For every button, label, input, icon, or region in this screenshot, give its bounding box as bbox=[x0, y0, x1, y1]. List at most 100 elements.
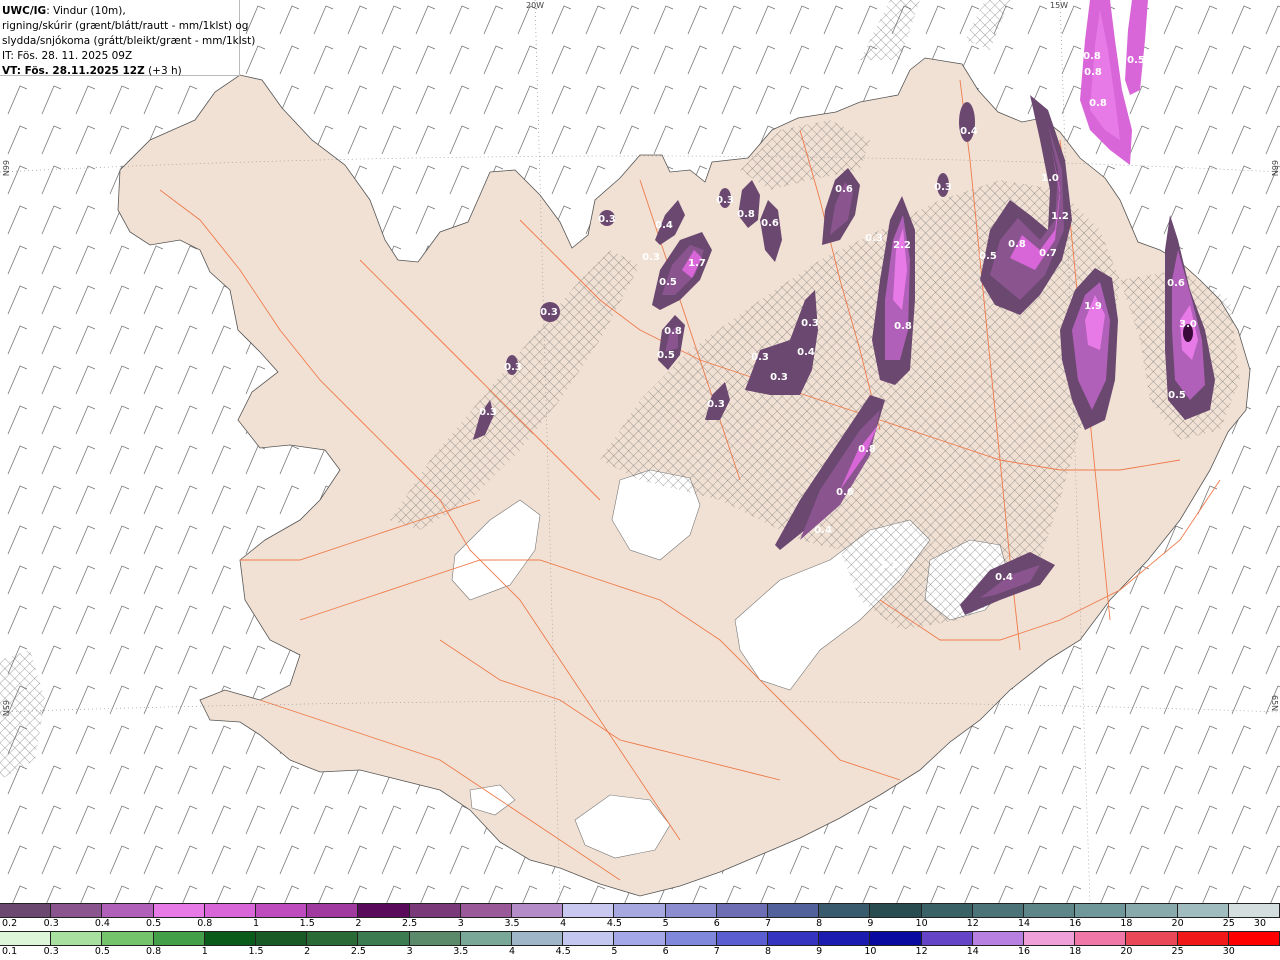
rain-tick-label: 5 bbox=[611, 946, 618, 957]
snow-swatch bbox=[819, 904, 871, 917]
rain-tick-label: 3 bbox=[406, 946, 413, 957]
snow-swatch bbox=[768, 904, 820, 917]
snow-swatch bbox=[409, 904, 461, 917]
snow-swatch bbox=[0, 904, 52, 917]
snow-swatch bbox=[1177, 904, 1229, 917]
snow-tick-label: 4.5 bbox=[606, 918, 622, 929]
rain-swatch bbox=[1075, 932, 1127, 945]
snow-swatch bbox=[563, 904, 615, 917]
rain-swatch bbox=[460, 932, 513, 945]
precip-value-label: 0.6 bbox=[835, 184, 853, 195]
rain-swatch bbox=[256, 932, 308, 945]
rain-tick-label: 25 bbox=[1171, 946, 1184, 957]
rain-tick-label: 0.8 bbox=[146, 946, 162, 957]
rain-tick-label: 0.3 bbox=[43, 946, 59, 957]
snow-swatch bbox=[921, 904, 973, 917]
snow-tick-label: 3 bbox=[457, 918, 464, 929]
rain-ticks: 0.1 0.3 0.5 0.8 1 1.5 2 2.5 3 3.5 4 4.5 5 6 7 8 9 10 12 14 1… bbox=[0, 946, 1280, 959]
snow-tick-label: 2 bbox=[355, 918, 362, 929]
precip-value-label: 0.5 bbox=[1127, 55, 1145, 66]
precip-value-label: 0.8 bbox=[1089, 98, 1107, 109]
precip-value-label: 0.8 bbox=[858, 444, 876, 455]
meridian-label-20w: 20W bbox=[526, 1, 545, 10]
precip-value-label: 1.7 bbox=[688, 258, 706, 269]
precip-value-label: 1.0 bbox=[1041, 173, 1059, 184]
rain-swatch bbox=[819, 932, 871, 945]
precip-value-label: 1.2 bbox=[1051, 211, 1069, 222]
snow-tick-label: 25 bbox=[1222, 918, 1235, 929]
rain-swatch bbox=[1177, 932, 1229, 945]
title-desc-1: : Vindur (10m), bbox=[46, 5, 126, 17]
rain-swatch bbox=[716, 932, 769, 945]
snow-tick-label: 14 bbox=[1017, 918, 1031, 929]
rain-swatch bbox=[870, 932, 922, 945]
rain-swatch bbox=[563, 932, 615, 945]
precip-value-label: 0.3 bbox=[751, 352, 769, 363]
rain-swatch bbox=[51, 932, 103, 945]
rain-swatch bbox=[409, 932, 461, 945]
precip-value-label: 0.3 bbox=[770, 372, 788, 383]
rain-tick-label: 16 bbox=[1017, 946, 1031, 957]
snow-ticks: 0.2 0.3 0.4 0.5 0.8 1 1.5 2 2.5 3 3.5 4 4.5 5 6 7 8 9 10 12… bbox=[0, 918, 1280, 931]
snow-swatch bbox=[1024, 904, 1076, 917]
rain-tick-label: 2 bbox=[304, 946, 311, 957]
rain-tick-label: 8 bbox=[764, 946, 772, 957]
precip-value-label: 0.8 bbox=[1083, 51, 1101, 62]
snow-tick-label: 30 bbox=[1253, 918, 1266, 929]
snow-swatch bbox=[665, 904, 717, 917]
precip-value-label: 0.3 bbox=[598, 214, 616, 225]
rain-tick-label: 3.5 bbox=[453, 946, 469, 957]
rain-tick-label: 30 bbox=[1222, 946, 1235, 957]
precip-value-label: 0.4 bbox=[995, 572, 1013, 583]
snow-tick-label: 9 bbox=[867, 918, 874, 929]
precip-value-label: 0.4 bbox=[960, 126, 978, 137]
precip-value-label: 0.3 bbox=[934, 182, 952, 193]
rain-swatch bbox=[358, 932, 410, 945]
rain-swatch bbox=[204, 932, 257, 945]
snow-swatch bbox=[358, 904, 410, 917]
precip-value-label: 0.3 bbox=[504, 362, 522, 373]
snow-tick-label: 20 bbox=[1171, 918, 1184, 929]
rain-swatch bbox=[614, 932, 666, 945]
rain-tick-label: 1 bbox=[201, 946, 208, 957]
model-name: UWC/IG bbox=[2, 5, 47, 17]
rain-tick-label: 18 bbox=[1069, 946, 1082, 957]
precip-value-label: 0.3 bbox=[707, 399, 725, 410]
rain-colorbar bbox=[0, 931, 1280, 946]
valid-time: VT: Fös. 28.11.2025 12Z bbox=[2, 65, 145, 77]
snow-tick-label: 0.4 bbox=[94, 918, 110, 929]
snow-tick-label: 1.5 bbox=[299, 918, 315, 929]
rain-tick-label: 12 bbox=[915, 946, 928, 957]
weather-map: 0.30.40.31.70.50.80.60.60.32.20.80.30.30… bbox=[0, 0, 1280, 903]
snow-tick-label: 7 bbox=[764, 918, 772, 929]
snow-tick-label: 0.3 bbox=[43, 918, 59, 929]
rain-tick-label: 1.5 bbox=[248, 946, 264, 957]
precip-value-label: 0.4 bbox=[814, 525, 832, 536]
precip-value-label: 0.8 bbox=[1008, 239, 1026, 250]
snow-colorbar bbox=[0, 903, 1280, 918]
snow-swatch bbox=[716, 904, 769, 917]
snow-swatch bbox=[870, 904, 922, 917]
title-box: UWC/IG: Vindur (10m), rigning/skúrir (gr… bbox=[0, 0, 255, 77]
snow-swatch bbox=[51, 904, 103, 917]
rain-tick-label: 2.5 bbox=[350, 946, 366, 957]
snow-swatch bbox=[102, 904, 154, 917]
snow-tick-label: 18 bbox=[1120, 918, 1133, 929]
rain-swatch bbox=[0, 932, 52, 945]
precip-value-label: 0.5 bbox=[1168, 390, 1186, 401]
precip-value-label: 0.8 bbox=[894, 321, 912, 332]
precip-value-label: 3.0 bbox=[1179, 319, 1197, 330]
precip-value-label: 0.8 bbox=[664, 326, 682, 337]
rain-tick-label: 14 bbox=[966, 946, 979, 957]
precip-value-label: 0.3 bbox=[716, 195, 734, 206]
rain-swatch bbox=[972, 932, 1025, 945]
rain-tick-label: 4.5 bbox=[555, 946, 571, 957]
snow-tick-label: 8 bbox=[816, 918, 823, 929]
lat-label-66n-left: 66N bbox=[1, 160, 10, 177]
snow-tick-label: 0.8 bbox=[197, 918, 213, 929]
rain-tick-label: 4 bbox=[508, 946, 516, 957]
precip-value-label: 2.2 bbox=[893, 240, 911, 251]
snow-swatch bbox=[256, 904, 308, 917]
rain-swatch bbox=[1024, 932, 1076, 945]
precip-value-label: 0.4 bbox=[797, 347, 815, 358]
